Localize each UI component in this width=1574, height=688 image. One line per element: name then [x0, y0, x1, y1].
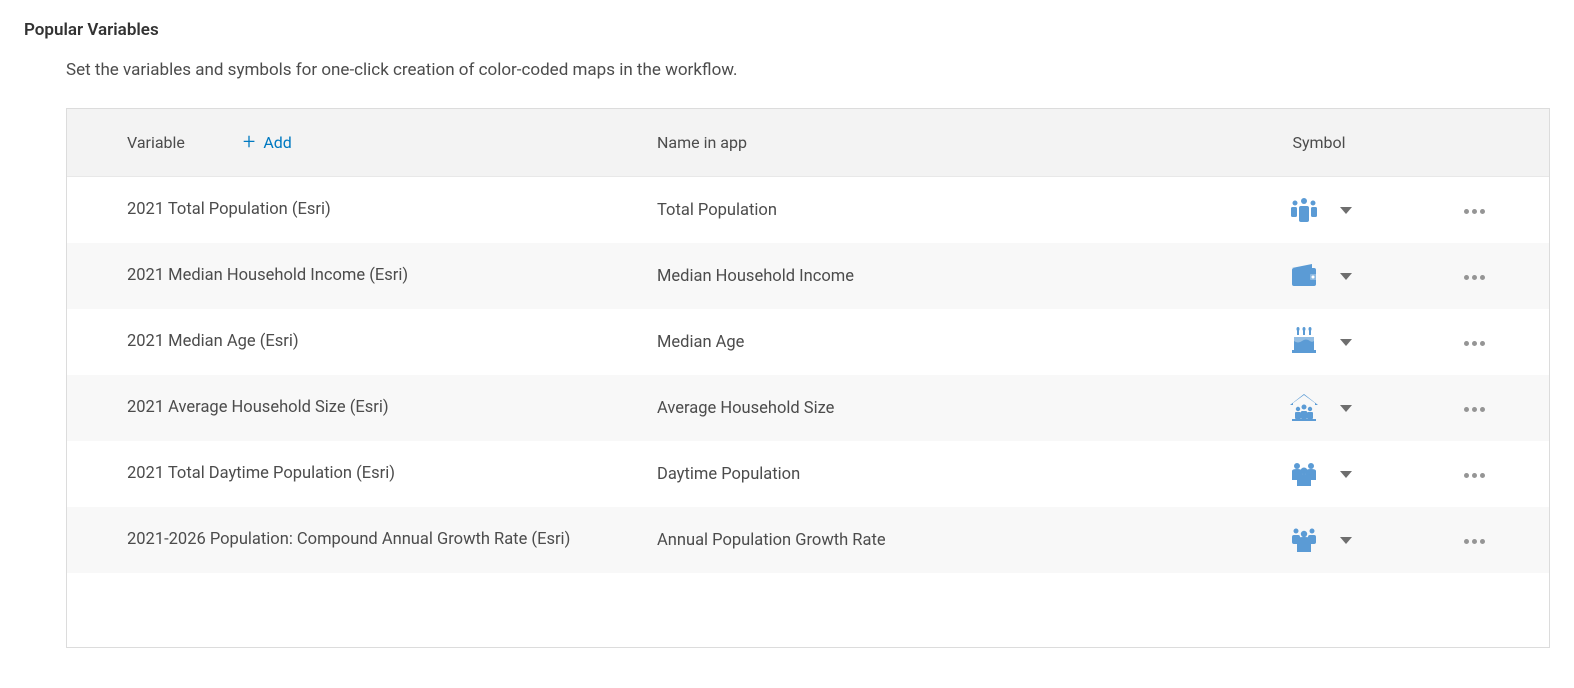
people-icon — [1286, 192, 1322, 228]
table-row: 2021 Total Population (Esri) Total Popul… — [67, 177, 1549, 243]
symbol-dropdown[interactable] — [1340, 207, 1352, 214]
symbol-dropdown[interactable] — [1340, 537, 1352, 544]
variable-name: 2021 Total Population (Esri) — [127, 200, 351, 219]
name-in-app: Daytime Population — [657, 465, 800, 484]
name-in-app: Median Household Income — [657, 267, 854, 286]
name-in-app: Median Age — [657, 333, 744, 352]
add-variable-button[interactable]: + Add — [243, 132, 292, 154]
name-in-app: Average Household Size — [657, 399, 834, 418]
more-actions-button[interactable] — [1460, 465, 1489, 486]
symbol-dropdown[interactable] — [1340, 273, 1352, 280]
name-in-app: Total Population — [657, 201, 777, 220]
house-icon — [1286, 390, 1322, 426]
table-row: 2021 Median Age (Esri) Median Age — [67, 309, 1549, 375]
more-actions-button[interactable] — [1460, 399, 1489, 420]
more-actions-button[interactable] — [1460, 531, 1489, 552]
variable-name: 2021 Total Daytime Population (Esri) — [127, 464, 415, 483]
more-actions-button[interactable] — [1460, 333, 1489, 354]
symbol-dropdown[interactable] — [1340, 405, 1352, 412]
table-row: 2021 Median Household Income (Esri) Medi… — [67, 243, 1549, 309]
people-group-icon — [1286, 456, 1322, 492]
header-variable: Variable — [127, 133, 185, 152]
variable-name: 2021-2026 Population: Compound Annual Gr… — [127, 530, 590, 549]
table-body: 2021 Total Population (Esri) Total Popul… — [67, 177, 1549, 647]
cake-icon — [1286, 324, 1322, 360]
section-description: Set the variables and symbols for one-cl… — [66, 60, 1550, 80]
table-row: 2021-2026 Population: Compound Annual Gr… — [67, 507, 1549, 573]
table-row: 2021 Average Household Size (Esri) Avera… — [67, 375, 1549, 441]
header-name-in-app: Name in app — [657, 133, 747, 152]
variables-table: Variable + Add Name in app Symbol 2021 T… — [66, 108, 1550, 648]
table-footer-space — [67, 573, 1549, 647]
person-star-icon — [1286, 522, 1322, 558]
table-row: 2021 Total Daytime Population (Esri) Day… — [67, 441, 1549, 507]
wallet-icon — [1286, 258, 1322, 294]
variable-name: 2021 Median Age (Esri) — [127, 332, 319, 351]
symbol-dropdown[interactable] — [1340, 471, 1352, 478]
table-header: Variable + Add Name in app Symbol — [67, 109, 1549, 177]
variable-name: 2021 Median Household Income (Esri) — [127, 266, 428, 285]
variable-name: 2021 Average Household Size (Esri) — [127, 398, 409, 417]
more-actions-button[interactable] — [1460, 201, 1489, 222]
more-actions-button[interactable] — [1460, 267, 1489, 288]
section-title: Popular Variables — [24, 20, 1550, 40]
plus-icon: + — [243, 132, 255, 154]
header-symbol: Symbol — [1292, 133, 1345, 152]
symbol-dropdown[interactable] — [1340, 339, 1352, 346]
name-in-app: Annual Population Growth Rate — [657, 531, 886, 550]
add-button-label: Add — [263, 133, 291, 152]
